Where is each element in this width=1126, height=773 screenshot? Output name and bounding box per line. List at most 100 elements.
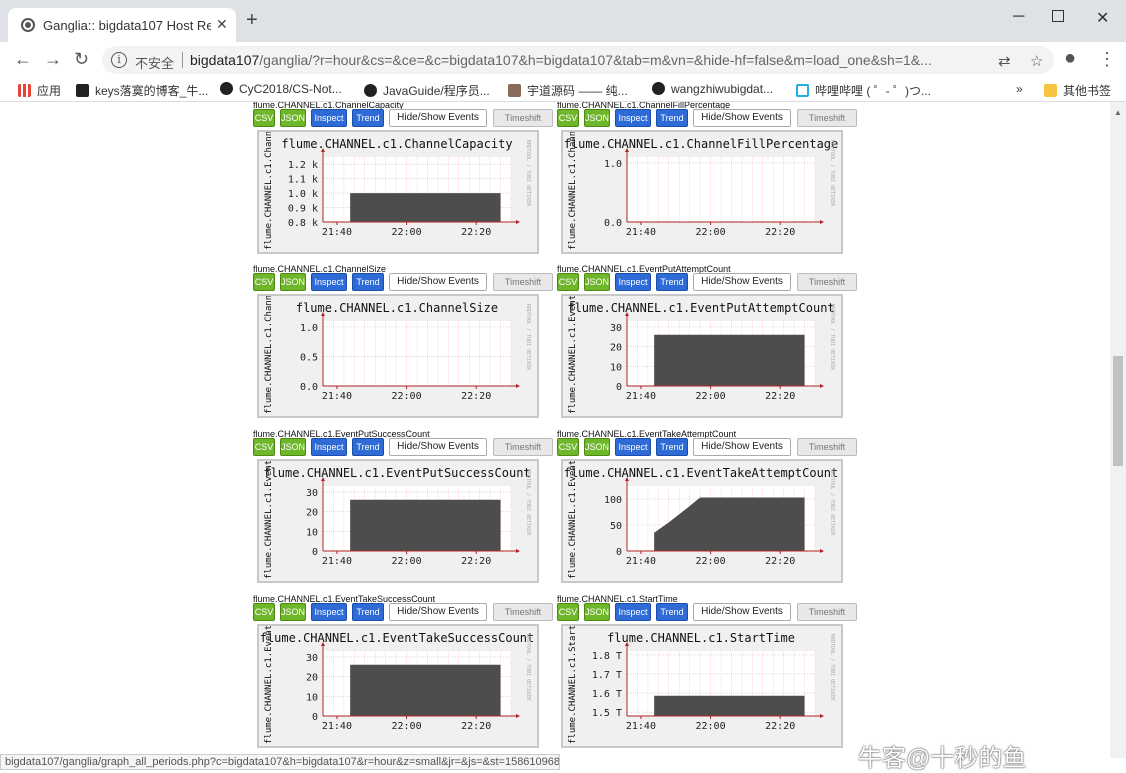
scrollbar-thumb[interactable] — [1113, 356, 1123, 466]
trend-button[interactable]: Trend — [352, 109, 384, 127]
hide-show-events-button[interactable]: Hide/Show Events — [389, 273, 487, 291]
area-series — [350, 499, 501, 551]
json-button[interactable]: JSON — [584, 109, 610, 127]
trend-button[interactable]: Trend — [656, 603, 688, 621]
info-icon[interactable]: i — [111, 52, 127, 68]
close-tab-icon[interactable]: ✕ — [216, 16, 228, 33]
metric-graph[interactable]: 30 20 10 0 21:40 22:00 22:20 flume.CHANNEL.c1.E… — [561, 294, 843, 418]
metric-graph[interactable]: 100 50 0 21:40 22:00 22:20 flume.CHANNEL.c1.Ev… — [561, 459, 843, 583]
metric-graph[interactable]: 1.2 k 1.1 k 1.0 k 0.9 k 0.8 k 21:40 22:00 22:20… — [257, 130, 539, 254]
json-button[interactable]: JSON — [280, 603, 306, 621]
metric-panel: flume.CHANNEL.c1.EventPutSuccessCount CSV… — [253, 429, 553, 589]
new-tab-icon[interactable]: + — [246, 10, 258, 30]
reload-icon[interactable]: ↻ — [74, 49, 89, 70]
inspect-button[interactable]: Inspect — [311, 438, 347, 456]
inspect-button[interactable]: Inspect — [615, 109, 651, 127]
inspect-button[interactable]: Inspect — [311, 109, 347, 127]
trend-button[interactable]: Trend — [656, 438, 688, 456]
x-tick-label: 22:20 — [461, 391, 491, 402]
bookmark-wangzhiwu[interactable]: wangzhiwubigdat... — [652, 82, 773, 96]
close-window-icon[interactable]: ✕ — [1096, 8, 1109, 28]
x-tick-label: 21:40 — [322, 391, 352, 402]
timeshift-button[interactable]: Timeshift — [797, 603, 857, 621]
x-tick-label: 22:20 — [765, 721, 795, 732]
timeshift-button[interactable]: Timeshift — [493, 438, 553, 456]
trend-button[interactable]: Trend — [656, 109, 688, 127]
profile-avatar-icon[interactable]: ● — [1064, 47, 1076, 70]
menu-kebab-icon[interactable]: ⋮ — [1098, 49, 1116, 70]
inspect-button[interactable]: Inspect — [615, 273, 651, 291]
bookmark-keys[interactable]: keys落寞的博客_牛... — [76, 82, 208, 99]
y-tick-label: 20 — [306, 673, 318, 684]
trend-button[interactable]: Trend — [352, 273, 384, 291]
metric-graph[interactable]: 30 20 10 0 21:40 22:00 22:20 flume.CHANNEL.c1.E… — [257, 459, 539, 583]
bookmark-other[interactable]: 其他书签 — [1044, 82, 1111, 99]
tab-strip: Ganglia:: bigdata107 Host Rep ✕ + ─ ✕ — [0, 0, 1126, 42]
trend-button[interactable]: Trend — [352, 603, 384, 621]
metric-graph[interactable]: 1.0 0.5 0.0 21:40 22:00 22:20 flume.CHANNEL.c1… — [257, 294, 539, 418]
csv-button[interactable]: CSV — [253, 438, 275, 456]
star-bookmark-icon[interactable]: ☆ — [1030, 52, 1043, 70]
metric-graph[interactable]: 1.0 0.0 21:40 22:00 22:20 flume.CHANNEL.c1.Ch… — [561, 130, 843, 254]
y-tick-label: 1.0 — [300, 323, 318, 334]
translate-icon[interactable]: ⇄ — [998, 52, 1011, 70]
inspect-button[interactable]: Inspect — [615, 603, 651, 621]
bookmark-bilibili[interactable]: 哔哩哔哩 ( ゜- ゜)つ... — [796, 82, 931, 99]
bookmark-cyc2018[interactable]: CyC2018/CS-Not... — [220, 82, 342, 96]
inspect-button[interactable]: Inspect — [311, 273, 347, 291]
maximize-icon[interactable] — [1052, 10, 1064, 22]
csv-button[interactable]: CSV — [557, 603, 579, 621]
hide-show-events-button[interactable]: Hide/Show Events — [389, 109, 487, 127]
hide-show-events-button[interactable]: Hide/Show Events — [693, 109, 791, 127]
bookmark-yudao[interactable]: 宇道源码 —— 纯... — [508, 82, 628, 99]
bookmarks-overflow-icon[interactable]: » — [1016, 82, 1023, 96]
timeshift-button[interactable]: Timeshift — [797, 109, 857, 127]
address-bar[interactable]: i 不安全 bigdata107/ganglia/?r=hour&cs=&ce=… — [102, 46, 1054, 74]
trend-button[interactable]: Trend — [352, 438, 384, 456]
hide-show-events-button[interactable]: Hide/Show Events — [693, 603, 791, 621]
y-tick-label: 1.2 k — [288, 160, 318, 171]
minimize-icon[interactable]: ─ — [1013, 8, 1024, 26]
browser-tab[interactable]: Ganglia:: bigdata107 Host Rep ✕ — [8, 8, 236, 42]
back-arrow-icon[interactable]: ← — [14, 49, 32, 70]
scroll-up-arrow-icon[interactable]: ▲ — [1114, 108, 1122, 117]
hide-show-events-button[interactable]: Hide/Show Events — [389, 438, 487, 456]
metric-panel: flume.CHANNEL.c1.ChannelSize CSV JSON Inspe… — [253, 264, 553, 424]
inspect-button[interactable]: Inspect — [311, 603, 347, 621]
bookmark-javaguide[interactable]: JavaGuide/程序员... — [364, 82, 490, 99]
y-tick-label: 1.0 — [604, 159, 622, 170]
timeshift-button[interactable]: Timeshift — [493, 603, 553, 621]
y-tick-label: 1.8 T — [592, 651, 622, 662]
json-button[interactable]: JSON — [584, 273, 610, 291]
inspect-button[interactable]: Inspect — [615, 438, 651, 456]
json-button[interactable]: JSON — [280, 109, 306, 127]
trend-button[interactable]: Trend — [656, 273, 688, 291]
metric-graph[interactable]: 1.8 T 1.7 T 1.6 T 1.5 T 21:40 22:00 22:20 flume… — [561, 624, 843, 748]
timeshift-button[interactable]: Timeshift — [493, 109, 553, 127]
csv-button[interactable]: CSV — [253, 603, 275, 621]
json-button[interactable]: JSON — [280, 273, 306, 291]
timeshift-button[interactable]: Timeshift — [797, 273, 857, 291]
timeshift-button[interactable]: Timeshift — [493, 273, 553, 291]
json-button[interactable]: JSON — [280, 438, 306, 456]
forward-arrow-icon[interactable]: → — [44, 49, 62, 70]
blog-favicon-icon — [76, 84, 89, 97]
timeshift-button[interactable]: Timeshift — [797, 438, 857, 456]
bookmark-apps[interactable]: 应用 — [18, 82, 61, 99]
json-button[interactable]: JSON — [584, 438, 610, 456]
hide-show-events-button[interactable]: Hide/Show Events — [693, 438, 791, 456]
csv-button[interactable]: CSV — [253, 109, 275, 127]
json-button[interactable]: JSON — [584, 603, 610, 621]
csv-button[interactable]: CSV — [253, 273, 275, 291]
csv-button[interactable]: CSV — [557, 109, 579, 127]
vertical-scrollbar[interactable]: ▲ — [1110, 102, 1126, 758]
hide-show-events-button[interactable]: Hide/Show Events — [389, 603, 487, 621]
graph-svg: 30 20 10 0 21:40 22:00 22:20 flume.CHANNEL.c1.E… — [263, 461, 531, 579]
bookmark-label: JavaGuide/程序员... — [383, 84, 490, 98]
rrdtool-credit: RRDTOOL / TOBI OETIKER — [829, 304, 835, 371]
hide-show-events-button[interactable]: Hide/Show Events — [693, 273, 791, 291]
csv-button[interactable]: CSV — [557, 273, 579, 291]
csv-button[interactable]: CSV — [557, 438, 579, 456]
metric-graph[interactable]: 30 20 10 0 21:40 22:00 22:20 flume.CHANNEL.c1.E… — [257, 624, 539, 748]
url-text[interactable]: bigdata107/ganglia/?r=hour&cs=&ce=&c=big… — [190, 52, 990, 68]
